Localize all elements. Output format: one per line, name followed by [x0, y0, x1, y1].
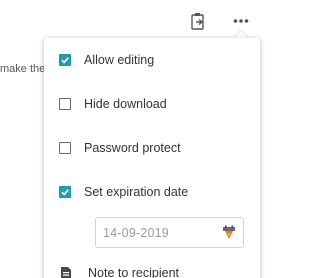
- set-expiration-date-checkbox[interactable]: [59, 186, 71, 198]
- hide-download-checkbox[interactable]: [59, 98, 71, 110]
- more-options-button[interactable]: [232, 12, 250, 30]
- clipboard-button[interactable]: [189, 12, 207, 30]
- check-icon: [61, 57, 69, 64]
- note-to-recipient-label: Note to recipient: [88, 266, 180, 278]
- note-to-recipient-option[interactable]: Note to recipient: [60, 264, 179, 278]
- expiration-date-value: 14-09-2019: [103, 225, 169, 240]
- set-expiration-date-label: Set expiration date: [84, 185, 189, 199]
- hide-download-option[interactable]: Hide download: [59, 94, 167, 114]
- note-icon: [61, 267, 71, 278]
- expiration-date-input[interactable]: 14-09-2019: [95, 217, 244, 248]
- more-horizontal-icon: [233, 19, 249, 23]
- check-icon: [61, 189, 69, 196]
- clipboard-icon: [191, 13, 204, 30]
- allow-editing-option[interactable]: Allow editing: [59, 50, 154, 70]
- allow-editing-label: Allow editing: [84, 53, 155, 67]
- allow-editing-checkbox[interactable]: [59, 54, 71, 66]
- calendar-icon[interactable]: [222, 225, 236, 241]
- share-settings-view: make then Allow editing Hide download Pa…: [0, 0, 283, 278]
- password-protect-label: Password protect: [84, 141, 181, 155]
- set-expiration-date-option[interactable]: Set expiration date: [59, 182, 188, 202]
- password-protect-checkbox[interactable]: [59, 142, 71, 154]
- hide-download-label: Hide download: [84, 97, 167, 111]
- password-protect-option[interactable]: Password protect: [59, 138, 181, 158]
